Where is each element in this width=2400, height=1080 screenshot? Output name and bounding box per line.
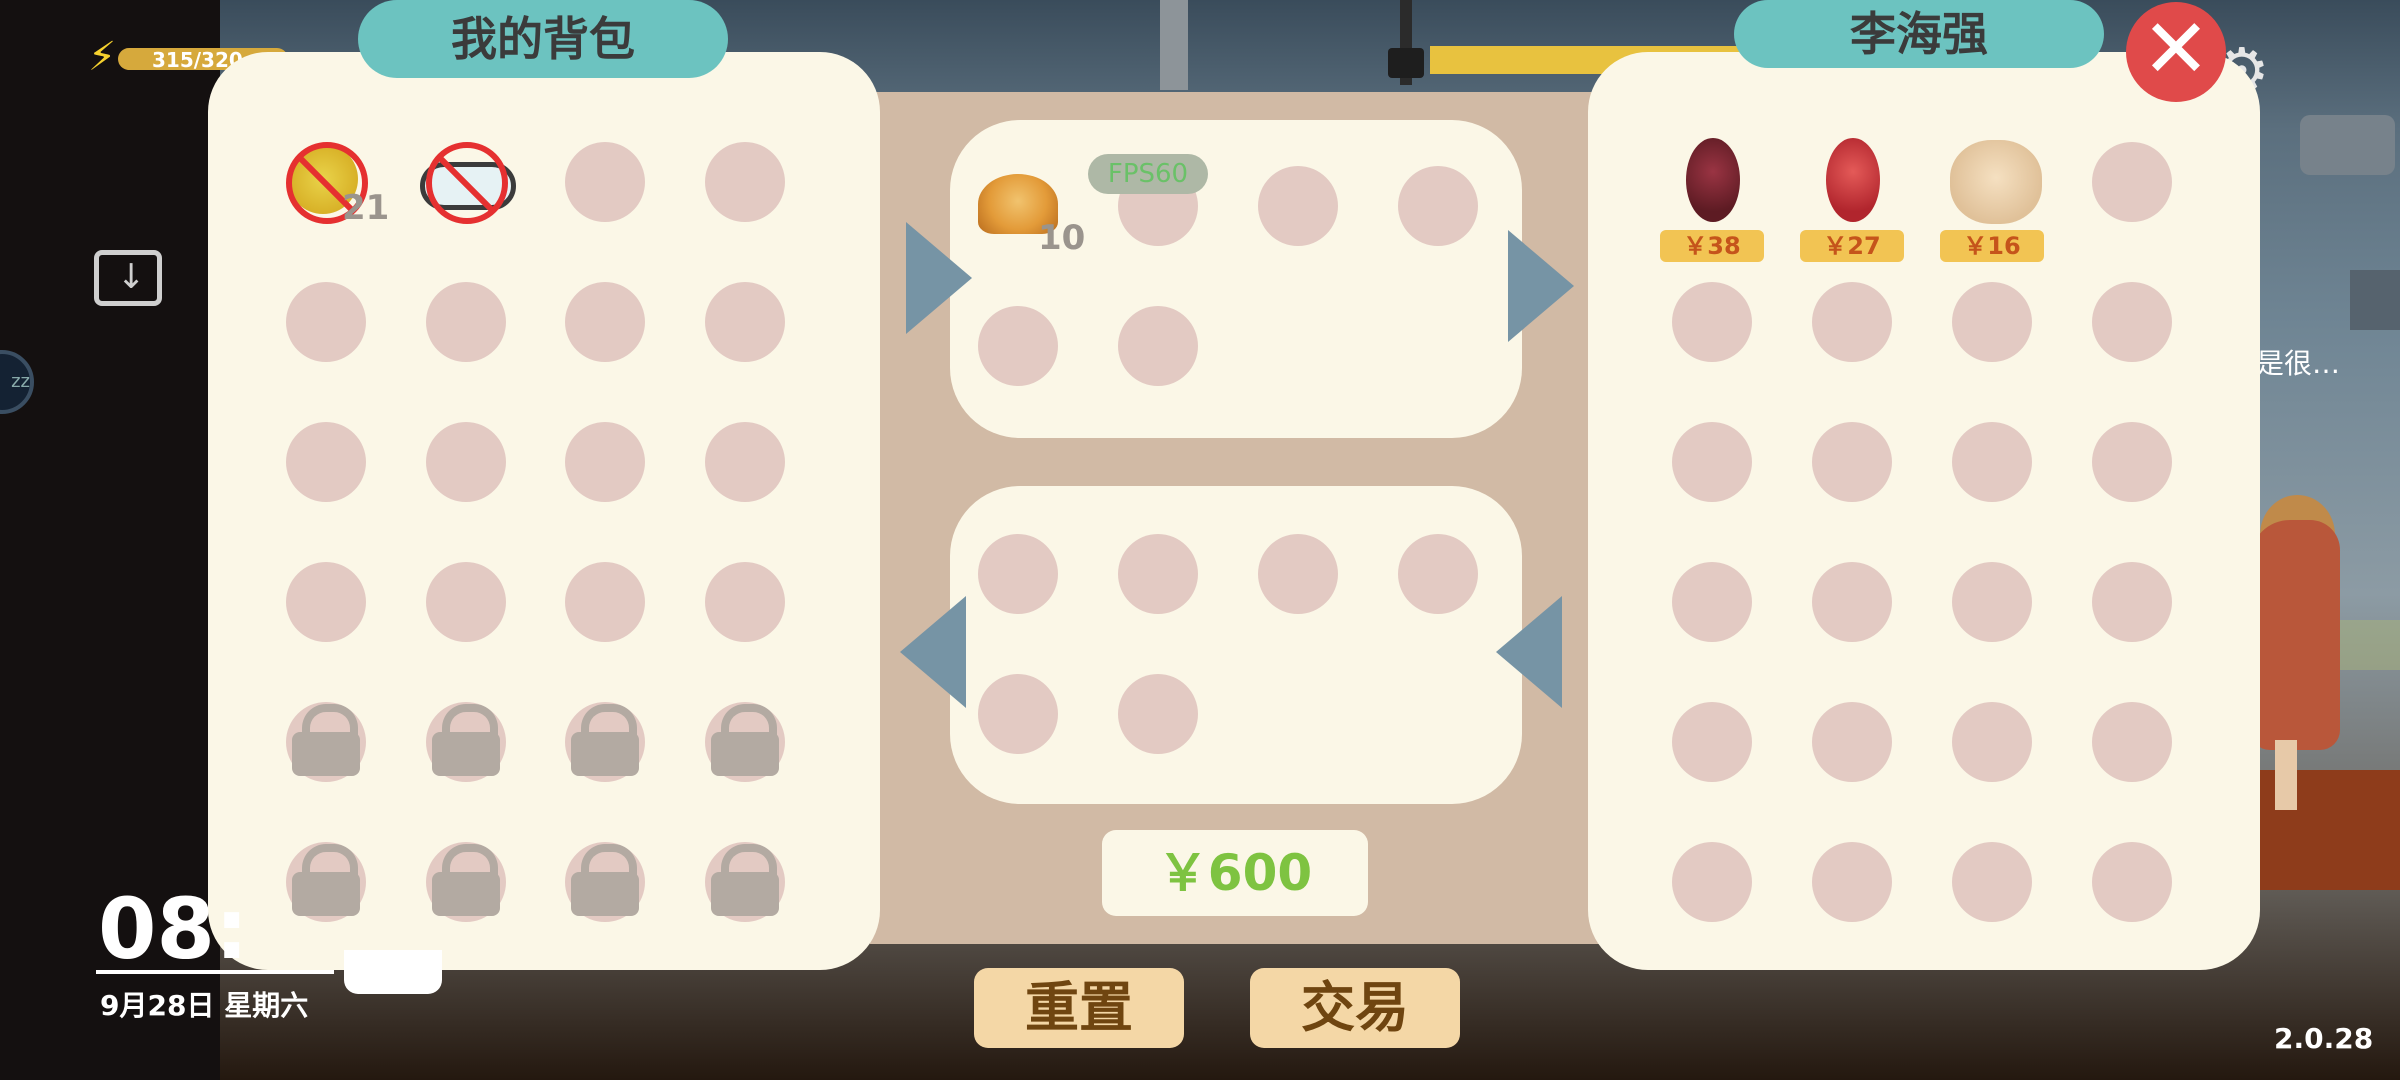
- offer-slot[interactable]: [1258, 166, 1338, 246]
- merchant-slot[interactable]: [1672, 422, 1752, 502]
- merchant-slot[interactable]: [1812, 702, 1892, 782]
- clock-date: 9月28日 星期六: [100, 989, 309, 1022]
- inventory-slot[interactable]: [705, 282, 785, 362]
- merchant-slot[interactable]: [2092, 422, 2172, 502]
- merchant-slot[interactable]: [1952, 702, 2032, 782]
- item-quantity: 10: [1038, 218, 1086, 258]
- inventory-slot[interactable]: [426, 282, 506, 362]
- inventory-slot[interactable]: [705, 422, 785, 502]
- merchant-slot[interactable]: [1952, 842, 2032, 922]
- merchant-slot[interactable]: [1812, 842, 1892, 922]
- inventory-title-tab: 我的背包: [358, 0, 728, 78]
- background-pole: [1160, 0, 1188, 90]
- offer-slot[interactable]: [1398, 166, 1478, 246]
- inventory-slot[interactable]: [426, 422, 506, 502]
- lightning-icon: ⚡: [88, 34, 117, 80]
- merchant-name-tab: 李海强: [1734, 0, 2104, 68]
- download-folder-icon[interactable]: [94, 250, 162, 306]
- inventory-slot[interactable]: [565, 422, 645, 502]
- locked-slot[interactable]: [286, 702, 366, 782]
- background-sign: [2300, 115, 2395, 175]
- receive-slot[interactable]: [1118, 534, 1198, 614]
- locked-slot[interactable]: [565, 702, 645, 782]
- merchant-slot[interactable]: [1672, 842, 1752, 922]
- clock-divider: [96, 970, 334, 974]
- inventory-slot[interactable]: [565, 142, 645, 222]
- arrow-left-icon: [1496, 596, 1562, 708]
- merchant-slot-chicken[interactable]: [1950, 140, 2042, 224]
- merchant-slot[interactable]: [1672, 282, 1752, 362]
- merchant-slot[interactable]: [1952, 282, 2032, 362]
- inventory-slot[interactable]: [705, 142, 785, 222]
- merchant-slot[interactable]: [2092, 142, 2172, 222]
- merchant-slot-liver[interactable]: [1672, 138, 1752, 222]
- inventory-slot[interactable]: [286, 282, 366, 362]
- merchant-slot[interactable]: [1812, 422, 1892, 502]
- locked-slot[interactable]: [705, 842, 785, 922]
- merchant-slot[interactable]: [1672, 562, 1752, 642]
- npc-character-leg: [2275, 740, 2297, 810]
- fps-counter: FPS60: [1088, 154, 1208, 194]
- locked-slot[interactable]: [286, 842, 366, 922]
- item-price-tag: ￥27: [1800, 230, 1904, 262]
- inventory-slot[interactable]: [426, 562, 506, 642]
- version-label: 2.0.28: [2274, 1022, 2374, 1055]
- merchant-slot[interactable]: [1672, 702, 1752, 782]
- arrow-right-icon: [1508, 230, 1574, 342]
- merchant-slot[interactable]: [1812, 562, 1892, 642]
- item-price-tag: ￥38: [1660, 230, 1764, 262]
- arrow-left-icon: [900, 596, 966, 708]
- merchant-slot[interactable]: [1952, 562, 2032, 642]
- panel-tab-notch: [344, 950, 442, 994]
- merchant-slot[interactable]: [2092, 282, 2172, 362]
- background-box: [2350, 270, 2400, 330]
- npc-character-body: [2250, 520, 2340, 750]
- merchant-slot-red-meat[interactable]: [1812, 138, 1892, 222]
- receive-slot[interactable]: [978, 674, 1058, 754]
- item-price-tag: ￥16: [1940, 230, 2044, 262]
- arrow-right-icon: [906, 222, 972, 334]
- receive-slot[interactable]: [1118, 674, 1198, 754]
- locked-slot[interactable]: [565, 842, 645, 922]
- inventory-slot-coin[interactable]: 21: [286, 142, 389, 228]
- offer-slot-snail[interactable]: 10: [978, 168, 1085, 258]
- inventory-slot-plate[interactable]: [420, 142, 516, 224]
- locked-slot[interactable]: [705, 702, 785, 782]
- merchant-slot[interactable]: [2092, 842, 2172, 922]
- background-lamp: [1388, 48, 1424, 78]
- sleep-icon[interactable]: zz: [0, 350, 34, 414]
- reset-button[interactable]: 重置: [974, 968, 1184, 1048]
- red-meat-icon: [1826, 138, 1880, 222]
- inventory-slot[interactable]: [565, 562, 645, 642]
- offer-slot[interactable]: [978, 306, 1058, 386]
- merchant-slot[interactable]: [2092, 562, 2172, 642]
- receive-slot[interactable]: [1258, 534, 1338, 614]
- inventory-slot[interactable]: [705, 562, 785, 642]
- trade-button[interactable]: 交易: [1250, 968, 1460, 1048]
- item-quantity: 21: [342, 188, 390, 228]
- trade-total-price: ￥600: [1102, 830, 1368, 916]
- locked-slot[interactable]: [426, 702, 506, 782]
- dialogue-hint-text: 是很…: [2256, 347, 2341, 380]
- inventory-slot[interactable]: [565, 282, 645, 362]
- clock-time: 08:: [98, 880, 249, 978]
- inventory-slot[interactable]: [286, 422, 366, 502]
- merchant-slot[interactable]: [1952, 422, 2032, 502]
- merchant-slot[interactable]: [2092, 702, 2172, 782]
- receive-slot[interactable]: [1398, 534, 1478, 614]
- close-button[interactable]: ✕: [2126, 2, 2226, 102]
- merchant-slot[interactable]: [1812, 282, 1892, 362]
- offer-slot[interactable]: [1118, 306, 1198, 386]
- inventory-slot[interactable]: [286, 562, 366, 642]
- liver-icon: [1686, 138, 1740, 222]
- locked-slot[interactable]: [426, 842, 506, 922]
- roast-chicken-icon: [1950, 140, 2042, 224]
- prohibited-icon: [426, 142, 508, 224]
- receive-slot[interactable]: [978, 534, 1058, 614]
